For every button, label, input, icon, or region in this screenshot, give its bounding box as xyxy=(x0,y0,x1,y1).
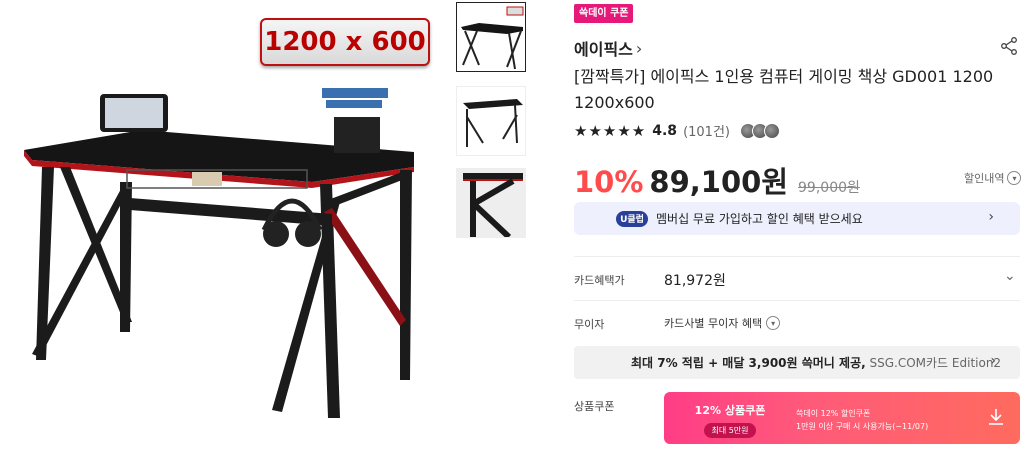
price-row: 10% 89,100원 99,000원 xyxy=(574,159,860,201)
coupon-cap: 최대 5만원 xyxy=(704,423,756,438)
size-badge-text: 1200 x 600 xyxy=(264,27,426,57)
product-coupon-card[interactable]: 12% 상품쿠폰 최대 5만원 쓱데이 12% 할인쿠폰 1만원 이상 구매 시… xyxy=(664,392,1020,444)
discount-history-label: 할인내역 xyxy=(964,172,1005,185)
thumbnail-2[interactable] xyxy=(456,86,526,156)
uclub-badge: U클럽 xyxy=(616,210,648,227)
rating-score: 4.8 xyxy=(652,122,678,139)
chevron-right-icon: › xyxy=(988,209,994,225)
review-photo xyxy=(763,122,780,139)
divider xyxy=(574,256,1020,257)
thumbnail-desk-image xyxy=(461,6,524,70)
review-photo-thumbnails[interactable] xyxy=(739,122,780,139)
coupon-summary: 12% 상품쿠폰 최대 5만원 xyxy=(694,402,766,438)
chevron-down-icon: ▾ xyxy=(766,316,781,330)
coupon-description: 쓱데이 12% 할인쿠폰 1만원 이상 구매 시 사용가능(~11/07) xyxy=(796,407,928,433)
chevron-right-icon: › xyxy=(990,353,996,369)
ssg-card-benefit-main: 최대 7% 적립 + 매달 3,900원 쓱머니 제공, xyxy=(631,356,866,370)
installment-text: 카드사별 무이자 혜택 xyxy=(664,317,763,330)
product-coupon-label: 상품쿠폰 xyxy=(574,400,615,413)
divider xyxy=(574,300,1020,301)
download-icon[interactable] xyxy=(988,408,1004,426)
chevron-down-icon[interactable]: ⌄ xyxy=(1004,268,1016,284)
discount-rate: 10% xyxy=(574,165,644,199)
membership-banner[interactable]: U클럽 멤버십 무료 가입하고 할인 혜택 받으세요 › xyxy=(574,202,1020,235)
brand-link[interactable]: 에이픽스 › xyxy=(574,36,642,60)
ssgday-coupon-tag: 쓱데이 쿠폰 xyxy=(574,4,634,23)
ssg-card-banner[interactable]: 최대 7% 적립 + 매달 3,900원 쓱머니 제공, SSG.COM카드 E… xyxy=(574,346,1020,379)
card-benefit-price: 81,972원 xyxy=(664,273,726,289)
thumbnail-leg-detail xyxy=(457,169,525,237)
ssg-card-name: SSG.COM카드 Edition2 xyxy=(865,356,1002,370)
discount-history-button[interactable]: 할인내역 ▾ xyxy=(964,170,1022,186)
sale-price: 89,100원 xyxy=(649,165,789,199)
share-icon[interactable] xyxy=(999,36,1019,56)
size-badge: 1200 x 600 xyxy=(260,18,430,66)
rating-summary[interactable]: ★★★★★ 4.8 (101건) xyxy=(574,121,780,140)
installment-label: 무이자 xyxy=(574,318,605,331)
ssg-card-benefit: 최대 7% 적립 + 매달 3,900원 쓱머니 제공, SSG.COM카드 E… xyxy=(631,354,1001,371)
coupon-title: 12% 상품쿠폰 xyxy=(694,404,766,417)
gaming-desk-illustration xyxy=(24,88,414,418)
membership-text: 멤버십 무료 가입하고 할인 혜택 받으세요 xyxy=(656,212,863,226)
installment-info-button[interactable]: 카드사별 무이자 혜택 ▾ xyxy=(664,315,781,331)
chevron-right-icon: › xyxy=(635,38,643,58)
brand-name: 에이픽스 xyxy=(574,40,633,59)
thumbnail-desk-image xyxy=(463,99,523,147)
product-title: [깜짝특가] 에이픽스 1인용 컴퓨터 게이밍 책상 GD001 1200 12… xyxy=(574,67,994,112)
main-product-image[interactable]: 1200 x 600 xyxy=(2,2,442,442)
chevron-down-icon: ▾ xyxy=(1007,171,1022,185)
review-count: (101건) xyxy=(683,125,730,140)
coupon-desc-line2: 1만원 이상 구매 시 사용가능(~11/07) xyxy=(796,422,929,431)
coupon-desc-line1: 쓱데이 12% 할인쿠폰 xyxy=(796,409,871,418)
thumbnail-1[interactable] xyxy=(456,2,526,72)
original-price: 99,000원 xyxy=(798,180,860,196)
thumbnail-3[interactable] xyxy=(456,168,526,238)
card-benefit-label: 카드혜택가 xyxy=(574,274,625,287)
star-rating-icon: ★★★★★ xyxy=(574,121,647,140)
